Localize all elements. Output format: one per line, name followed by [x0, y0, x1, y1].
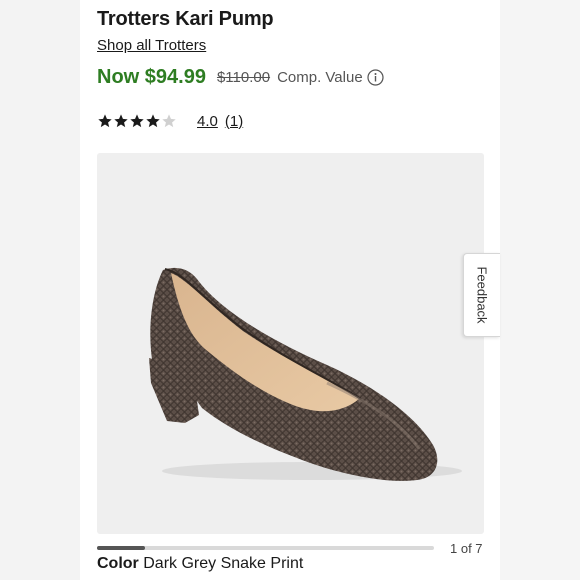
gallery-progress — [97, 546, 434, 550]
star-filled-icon — [146, 114, 160, 128]
feedback-label: Feedback — [474, 266, 490, 324]
color-value: Dark Grey Snake Print — [143, 555, 304, 572]
comp-value-label: Comp. Value — [277, 68, 363, 86]
shoe-illustration — [149, 267, 462, 481]
color-row: Color Dark Grey Snake Print — [97, 555, 303, 573]
product-title: Trotters Kari Pump — [97, 8, 274, 30]
star-empty-icon — [162, 114, 176, 128]
feedback-tab[interactable]: Feedback — [463, 253, 500, 337]
star-filled-icon — [114, 114, 128, 128]
right-backdrop — [500, 0, 580, 580]
original-price: $110.00 — [216, 68, 271, 86]
star-filled-icon — [130, 114, 144, 128]
product-image[interactable] — [97, 153, 484, 534]
star-filled-icon — [98, 114, 112, 128]
color-label: Color — [97, 555, 139, 572]
shop-all-brand-link[interactable]: Shop all Trotters — [97, 37, 206, 54]
rating-row: 4.0 (1) — [97, 111, 243, 131]
rating-value-link[interactable]: 4.0 — [197, 113, 218, 130]
left-backdrop — [0, 0, 80, 580]
gallery-progress-fill — [97, 546, 146, 550]
image-counter: 1 of 7 — [450, 541, 483, 556]
sale-price: Now $94.99 — [97, 65, 206, 88]
star-rating — [97, 113, 177, 129]
price-row: Now $94.99 $110.00 Comp. Value — [97, 64, 384, 90]
review-count-link[interactable]: (1) — [225, 113, 243, 130]
product-panel: Trotters Kari Pump Shop all Trotters Now… — [80, 0, 500, 580]
info-circle-icon[interactable] — [367, 68, 384, 86]
